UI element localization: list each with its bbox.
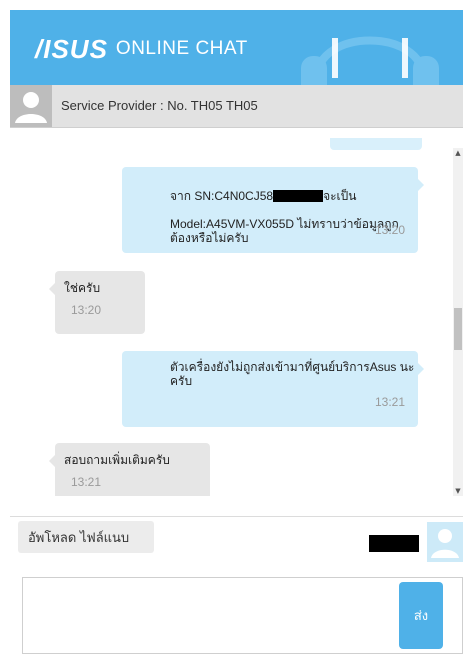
message-text: ใช่ครับ (64, 281, 101, 295)
message-outgoing: ตัวเครื่องยังไม่ถูกส่งเข้ามาที่ศูนย์บริก… (122, 351, 424, 427)
message-time: 13:21 (374, 395, 405, 409)
redacted-user-name (369, 535, 419, 552)
redacted-block (273, 190, 324, 202)
message-time: 13:20 (374, 223, 405, 237)
chat-title: ONLINE CHAT (115, 38, 248, 59)
provider-name: Service Provider : No. TH05 TH05 (61, 98, 258, 113)
chat-messages[interactable]: จาก SN:C4N0CJ58 จะเป็น Model:A45VM-VX055D… (10, 138, 453, 496)
chat-scrollbar[interactable]: ▲ ▼ (453, 148, 463, 496)
asus-logo: /ISUS ONLINE CHAT (35, 36, 248, 62)
logo-mark: /ISUS (35, 34, 108, 64)
message-incoming: สอบถามเพิ่มเติมครับ 13:21 (49, 443, 210, 496)
message-time: 13:20 (71, 303, 102, 317)
user-silhouette-icon (431, 529, 459, 558)
chat-header: /ISUS ONLINE CHAT (10, 10, 463, 85)
previous-message-bubble (330, 138, 422, 150)
bubble-tail (418, 179, 424, 191)
user-avatar (427, 522, 463, 562)
scrollbar-thumb[interactable] (454, 308, 462, 350)
message-text: ตัวเครื่องยังไม่ถูกส่งเข้ามาที่ศูนย์บริก… (170, 360, 415, 388)
scroll-up-icon[interactable]: ▲ (453, 148, 463, 158)
upload-attachment-button[interactable]: อัพโหลด ไฟล์แนบ (18, 521, 154, 553)
message-outgoing: จาก SN:C4N0CJ58 จะเป็น Model:A45VM-VX055D… (122, 167, 424, 253)
user-silhouette-icon (10, 85, 52, 127)
message-input[interactable] (27, 582, 391, 651)
message-compose-box: ส่ง (22, 577, 463, 654)
message-incoming: ใช่ครับ 13:20 (49, 271, 145, 334)
send-button[interactable]: ส่ง (399, 582, 443, 649)
bubble-tail (49, 283, 55, 295)
message-text: สอบถามเพิ่มเติมครับ (64, 453, 170, 467)
upload-row: อัพโหลด ไฟล์แนบ (10, 516, 463, 567)
bubble-tail (418, 363, 424, 375)
headset-icon (301, 36, 439, 85)
bubble-tail (49, 455, 55, 467)
message-time: 13:21 (71, 475, 102, 489)
service-provider-bar: Service Provider : No. TH05 TH05 (10, 85, 463, 128)
scroll-down-icon[interactable]: ▼ (453, 486, 463, 496)
